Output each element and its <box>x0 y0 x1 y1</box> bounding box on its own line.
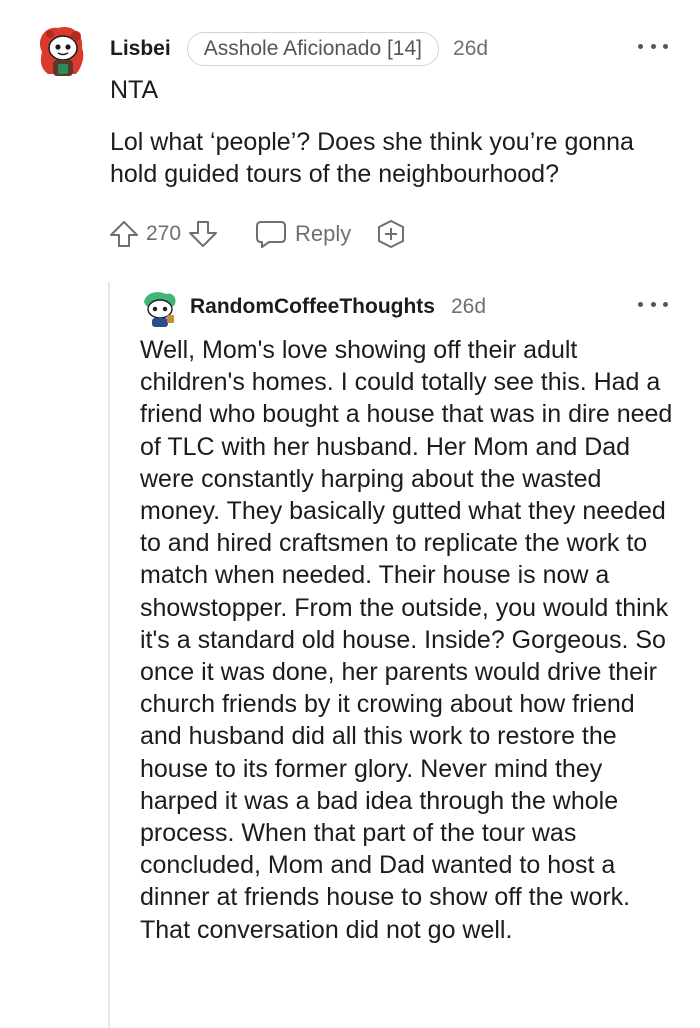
downvote-button[interactable] <box>187 218 219 250</box>
reply-button[interactable]: Reply <box>255 219 351 249</box>
comment-body: NTA Lol what ‘people’? Does she think yo… <box>110 74 680 210</box>
comment-author[interactable]: Lisbei <box>110 37 171 61</box>
thread-line[interactable] <box>108 282 110 1028</box>
reply-author[interactable]: RandomCoffeeThoughts <box>190 295 435 319</box>
reply-label: Reply <box>295 221 352 246</box>
comment-actions: 270 Reply <box>108 214 407 254</box>
more-options-icon <box>663 43 668 49</box>
more-options-button[interactable] <box>638 36 668 56</box>
more-options-icon <box>638 43 643 49</box>
comment-thread: Lisbei Asshole Aficionado [14] 26d NTA L… <box>0 0 700 1028</box>
reply-body: Well, Mom's love showing off their adult… <box>140 336 673 944</box>
more-options-icon <box>650 43 656 49</box>
reply-more-options-button[interactable] <box>638 294 668 314</box>
vote-count: 270 <box>146 222 182 245</box>
reply-user-avatar[interactable] <box>140 288 180 328</box>
comment-timestamp: 26d <box>453 37 489 60</box>
comment-header: Lisbei Asshole Aficionado [14] 26d <box>110 32 488 66</box>
more-options-icon <box>638 301 643 307</box>
user-flair: Asshole Aficionado [14] <box>186 32 440 66</box>
comment-text: Lol what ‘people’? Does she think you’re… <box>110 128 634 188</box>
snoo-avatar-icon <box>39 26 84 76</box>
reply-timestamp: 26d <box>450 295 487 318</box>
award-plus-icon <box>378 220 405 248</box>
comment-verdict: NTA <box>110 76 159 104</box>
reply-header: RandomCoffeeThoughts 26d <box>190 290 486 324</box>
user-avatar[interactable] <box>36 22 88 84</box>
snoo-avatar-icon <box>144 292 176 327</box>
award-button[interactable] <box>375 218 407 250</box>
upvote-arrow-icon <box>110 221 138 247</box>
more-options-icon <box>663 301 668 307</box>
more-options-icon <box>650 301 656 307</box>
downvote-arrow-icon <box>189 221 218 247</box>
upvote-button[interactable] <box>108 218 140 250</box>
reply-bubble-icon <box>256 221 287 248</box>
